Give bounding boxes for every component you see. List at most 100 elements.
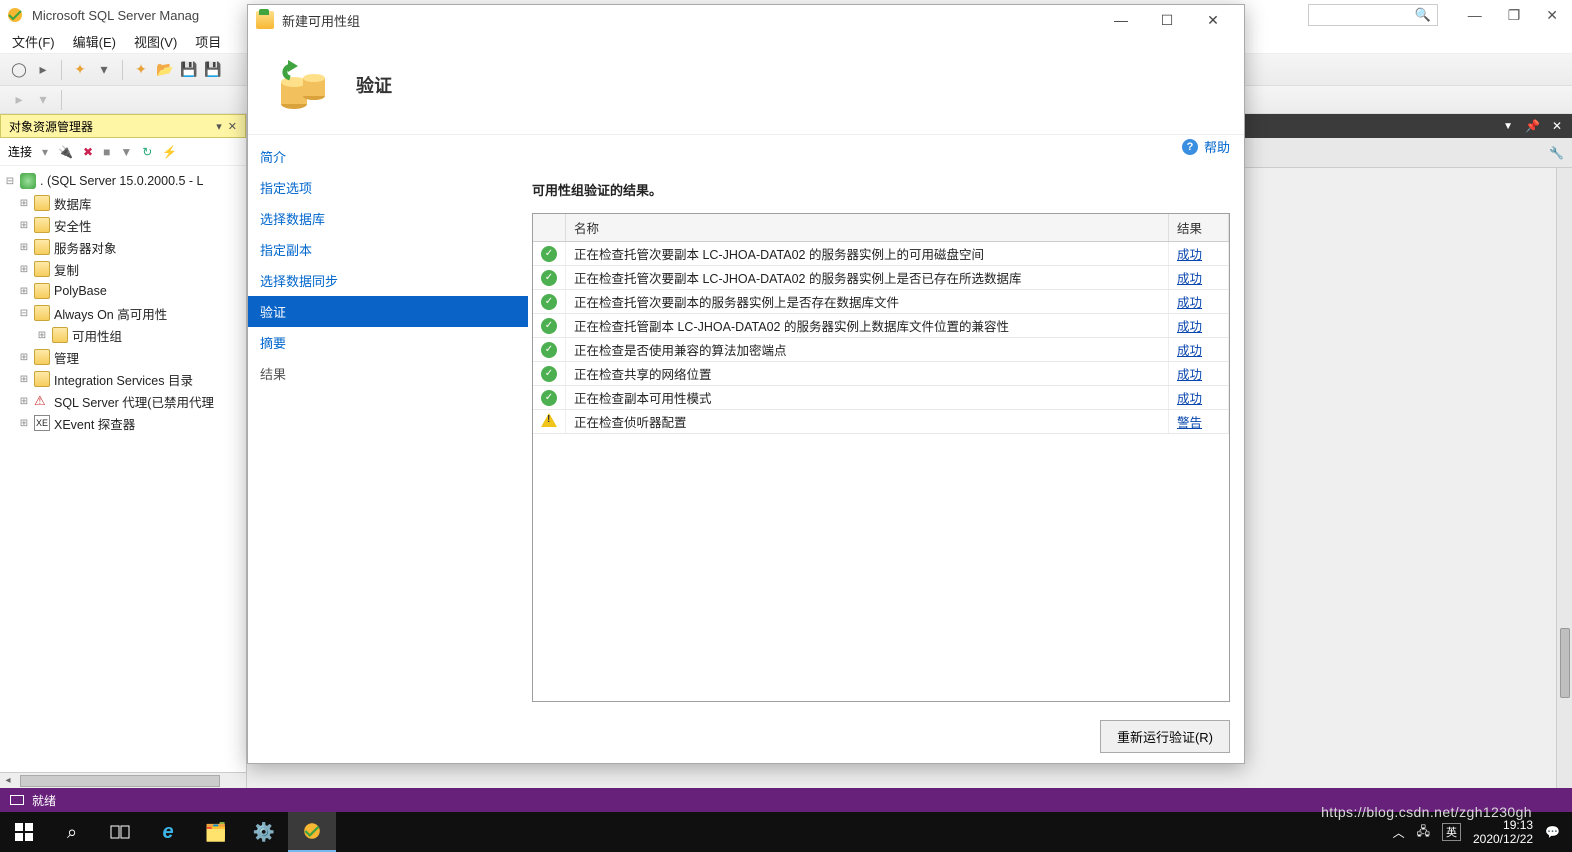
taskbar-ie-icon[interactable]: e [144, 812, 192, 852]
tree-toggle-icon[interactable]: ⊞ [18, 352, 30, 363]
validation-result-link[interactable]: 成功 [1177, 272, 1202, 286]
menu-project[interactable]: 项目 [195, 32, 221, 51]
tree-toggle-icon[interactable]: ⊞ [18, 286, 30, 297]
tree-node[interactable]: ⊞XEXEvent 探查器 [0, 412, 246, 434]
tree-node[interactable]: ⊞⚠SQL Server 代理(已禁用代理 [0, 390, 246, 412]
col-status[interactable] [533, 214, 566, 242]
tree-toggle-icon[interactable]: ⊞ [18, 396, 30, 407]
tree-root[interactable]: ⊟ . (SQL Server 15.0.2000.5 - L [0, 170, 246, 192]
execute-icon[interactable]: ▸ [10, 91, 28, 109]
wizard-step[interactable]: 简介 [248, 141, 528, 172]
dialog-close-icon[interactable]: ✕ [1190, 5, 1236, 35]
tab-pin-icon[interactable]: 📌 [1525, 119, 1540, 133]
tree-toggle-icon[interactable]: ⊞ [18, 264, 30, 275]
tree-toggle-icon[interactable]: ⊞ [36, 330, 48, 341]
wizard-step[interactable]: 选择数据库 [248, 203, 528, 234]
validation-result-link[interactable]: 成功 [1177, 392, 1202, 406]
taskbar-explorer-icon[interactable]: 🗂️ [192, 812, 240, 852]
status-ok-icon: ✓ [541, 366, 557, 382]
maximize-icon[interactable]: ❐ [1508, 7, 1521, 24]
open-file-icon[interactable]: 📂 [156, 61, 174, 79]
connect-icon[interactable]: 🔌 [58, 145, 73, 159]
tab-close-icon[interactable]: ✕ [1552, 119, 1562, 133]
tree-node[interactable]: ⊞服务器对象 [0, 236, 246, 258]
debug-icon[interactable]: ▾ [34, 91, 52, 109]
col-result[interactable]: 结果 [1169, 214, 1229, 242]
object-explorer-title-text: 对象资源管理器 [9, 118, 93, 135]
tree-toggle-icon[interactable]: ⊞ [18, 242, 30, 253]
tree-toggle-icon[interactable]: ⊞ [18, 220, 30, 231]
object-explorer-hscroll[interactable]: ◂ [0, 772, 246, 788]
taskbar-search-icon[interactable]: ⌕ [48, 812, 96, 852]
tree-node-label: 数据库 [54, 194, 92, 213]
menu-file[interactable]: 文件(F) [12, 32, 55, 51]
tree-toggle-icon[interactable]: ⊞ [18, 198, 30, 209]
validation-result-link[interactable]: 成功 [1177, 248, 1202, 262]
col-name[interactable]: 名称 [566, 214, 1169, 242]
validation-result-link[interactable]: 成功 [1177, 320, 1202, 334]
refresh-icon[interactable]: ↻ [142, 145, 152, 159]
task-view-icon[interactable] [96, 812, 144, 852]
start-button[interactable] [0, 812, 48, 852]
disconnect-icon[interactable]: ✖ [83, 145, 93, 159]
wrench-icon[interactable]: 🔧 [1549, 146, 1564, 160]
filter-icon[interactable]: ▼ [120, 145, 132, 159]
tree-node[interactable]: ⊞安全性 [0, 214, 246, 236]
tray-ime-icon[interactable]: 英 [1442, 823, 1461, 841]
nav-back-icon[interactable]: ◯ [10, 61, 28, 79]
taskbar-ssms-icon[interactable] [288, 812, 336, 852]
validation-result-link[interactable]: 警告 [1177, 416, 1202, 430]
object-explorer-tree[interactable]: ⊟ . (SQL Server 15.0.2000.5 - L ⊞ 数据库⊞安全性… [0, 166, 246, 772]
activity-icon[interactable]: ⚡ [162, 145, 177, 159]
dialog-title-bar[interactable]: 新建可用性组 — ☐ ✕ [248, 5, 1244, 35]
wizard-step[interactable]: 结果 [248, 358, 528, 389]
nav-fwd-icon[interactable]: ▸ [34, 61, 52, 79]
pin-icon[interactable]: ▾ [216, 120, 222, 133]
minimize-icon[interactable]: — [1468, 7, 1482, 23]
menu-edit[interactable]: 编辑(E) [73, 32, 116, 51]
tree-node[interactable]: ⊞ 数据库 [0, 192, 246, 214]
stop-icon[interactable]: ■ [103, 145, 110, 159]
vertical-scrollbar[interactable] [1556, 168, 1572, 788]
tray-network-icon[interactable]: 🖧 [1417, 822, 1430, 843]
new-query-icon[interactable]: ✦ [71, 61, 89, 79]
tree-toggle-icon[interactable]: ⊟ [4, 176, 16, 187]
validation-result-link[interactable]: 成功 [1177, 296, 1202, 310]
save-icon[interactable]: 💾 [180, 61, 198, 79]
wizard-step[interactable]: 摘要 [248, 327, 528, 358]
connect-dropdown-icon[interactable]: ▾ [42, 145, 48, 159]
tree-node[interactable]: ⊞可用性组 [0, 324, 246, 346]
connect-label[interactable]: 连接 [8, 143, 32, 160]
taskbar-clock[interactable]: 19:13 2020/12/22 [1473, 818, 1533, 846]
new-file-icon[interactable]: ✦ [132, 61, 150, 79]
wizard-step[interactable]: 指定副本 [248, 234, 528, 265]
save-all-icon[interactable]: 💾 [204, 61, 222, 79]
validation-result-link[interactable]: 成功 [1177, 344, 1202, 358]
quick-launch-search[interactable]: 🔍 [1308, 4, 1438, 26]
wizard-step[interactable]: 选择数据同步 [248, 265, 528, 296]
wizard-step[interactable]: 验证 [248, 296, 528, 327]
tree-toggle-icon[interactable]: ⊞ [18, 418, 30, 429]
close-icon[interactable]: ✕ [1546, 7, 1558, 24]
tree-node[interactable]: ⊟Always On 高可用性 [0, 302, 246, 324]
panel-close-icon[interactable]: ✕ [228, 120, 237, 133]
tree-node[interactable]: ⊞Integration Services 目录 [0, 368, 246, 390]
tree-node[interactable]: ⊞复制 [0, 258, 246, 280]
help-link[interactable]: ? 帮助 [1182, 137, 1230, 156]
validation-result-link[interactable]: 成功 [1177, 368, 1202, 382]
open-icon[interactable]: ▾ [95, 61, 113, 79]
tree-node[interactable]: ⊞PolyBase [0, 280, 246, 302]
taskbar-settings-icon[interactable]: ⚙️ [240, 812, 288, 852]
notifications-icon[interactable]: 💬 [1545, 825, 1560, 839]
rerun-validation-button[interactable]: 重新运行验证(R) [1100, 720, 1230, 753]
status-ok-icon: ✓ [541, 342, 557, 358]
wizard-step[interactable]: 指定选项 [248, 172, 528, 203]
tree-toggle-icon[interactable]: ⊟ [18, 308, 30, 319]
dialog-maximize-icon[interactable]: ☐ [1144, 5, 1190, 35]
tray-chevron-icon[interactable]: ︿ [1393, 824, 1405, 841]
tree-node[interactable]: ⊞管理 [0, 346, 246, 368]
tree-toggle-icon[interactable]: ⊞ [18, 374, 30, 385]
dialog-minimize-icon[interactable]: — [1098, 5, 1144, 35]
menu-view[interactable]: 视图(V) [134, 32, 177, 51]
tab-dropdown-icon[interactable]: ▼ [1503, 121, 1513, 132]
